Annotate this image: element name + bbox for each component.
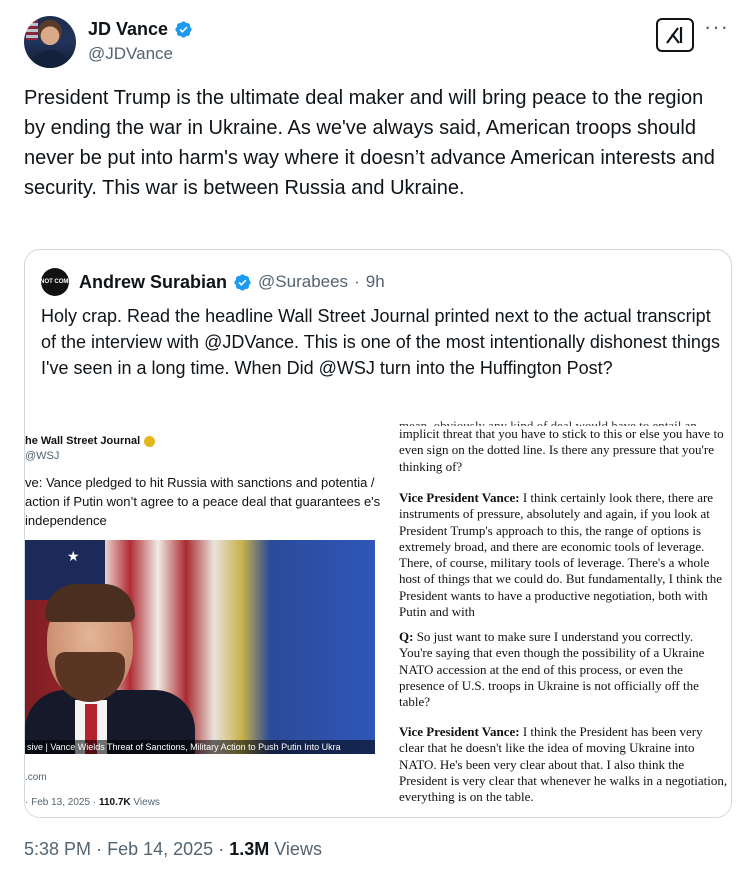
wsj-photo-caption: sive | Vance Wields Threat of Sanctions,…: [25, 740, 375, 754]
tweet-header: JD Vance @JDVance ···: [24, 16, 728, 68]
transcript-screenshot-image[interactable]: mean, obviously any kind of deal would h…: [397, 408, 731, 817]
wsj-screenshot-image[interactable]: he Wall Street Journal @WSJ ve: Vance pl…: [25, 408, 381, 817]
tweet-date[interactable]: Feb 14, 2025: [107, 839, 213, 859]
quoted-tweet[interactable]: DO NOT COMPLY. Andrew Surabian @Surabees…: [24, 249, 732, 818]
transcript-paragraph: mean, obviously any kind of deal would h…: [399, 418, 724, 474]
grok-icon: [666, 27, 683, 44]
wsj-handle: @WSJ: [25, 450, 60, 462]
quoted-tweet-age[interactable]: 9h: [366, 272, 385, 292]
wsj-name: he Wall Street Journal: [25, 435, 156, 447]
wsj-meta: · Feb 13, 2025 · 110.7K Views: [25, 797, 160, 808]
wsj-link: .com: [25, 772, 47, 783]
quoted-tweet-header: DO NOT COMPLY. Andrew Surabian @Surabees…: [29, 268, 385, 296]
quoted-author-name[interactable]: Andrew Surabian: [79, 272, 227, 293]
wsj-verified-icon: [144, 435, 156, 447]
quoted-media[interactable]: he Wall Street Journal @WSJ ve: Vance pl…: [25, 408, 731, 817]
vance-photo: ★: [25, 540, 375, 754]
wsj-headline: ve: Vance pledged to hit Russia with san…: [25, 475, 381, 528]
verified-badge-icon: [175, 21, 192, 38]
tweet-time[interactable]: 5:38 PM: [24, 839, 91, 859]
quoted-separator: ·: [354, 272, 360, 291]
verified-badge-icon: [234, 273, 251, 291]
transcript-paragraph: Vice President Vance: I think certainly …: [399, 490, 723, 620]
author-name-block: JD Vance @JDVance: [88, 19, 193, 64]
quoted-tweet-text: Holy crap. Read the headline Wall Street…: [41, 306, 720, 378]
grok-button[interactable]: [656, 18, 694, 52]
more-icon[interactable]: ···: [704, 16, 728, 44]
quoted-author-avatar[interactable]: DO NOT COMPLY.: [29, 268, 81, 296]
tweet-views-label: Views: [274, 839, 322, 859]
quoted-author-handle[interactable]: @Surabees: [258, 272, 348, 292]
author-handle[interactable]: @JDVance: [88, 44, 193, 64]
author-avatar[interactable]: [24, 16, 76, 68]
tweet-views-count[interactable]: 1.3M: [229, 839, 269, 859]
transcript-paragraph: Vice President Vance: I think the Presid…: [399, 724, 728, 805]
tweet-text: President Trump is the ultimate deal mak…: [24, 87, 715, 199]
tweet-metadata: 5:38 PM · Feb 14, 2025 · 1.3M Views: [24, 839, 322, 859]
author-display-name[interactable]: JD Vance: [88, 19, 193, 40]
transcript-paragraph: Q: So just want to make sure I understan…: [399, 629, 705, 710]
